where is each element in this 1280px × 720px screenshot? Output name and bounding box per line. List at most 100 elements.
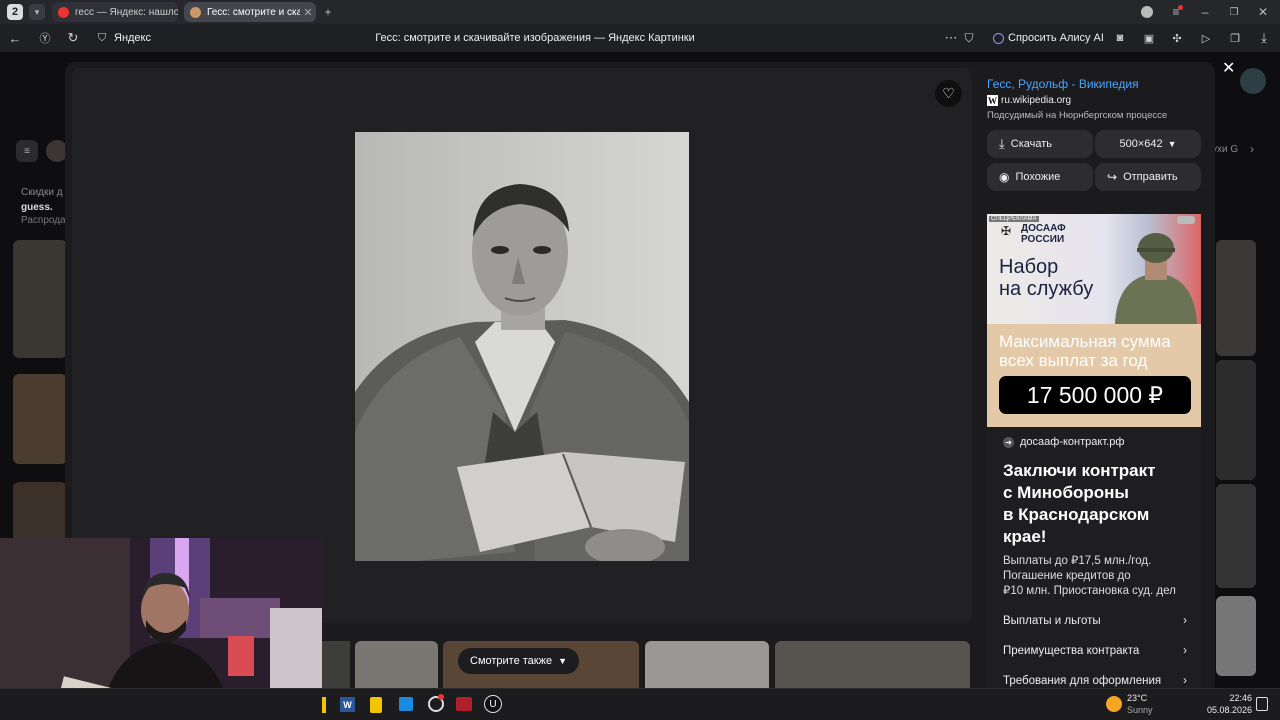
emblem-icon: ✠ [1001,224,1012,238]
weather-desc[interactable]: Sunny [1127,705,1153,715]
ask-alice-label: Спросить Алису AI [1008,32,1104,44]
see-also-label: Смотрите также [470,655,553,667]
address-bar: ← Ⓨ ↻ ⛉ Яндекс Гесс: смотрите и скачивай… [0,24,1280,52]
bg-avatar[interactable] [1240,68,1266,94]
bg-thumb[interactable] [1216,360,1256,480]
sun-icon[interactable] [1106,696,1122,712]
menu-icon[interactable]: ≡ [1168,4,1184,20]
tab-strip: 2 ▾ гесс — Яндекс: нашлось 6 Гесс: смотр… [0,0,1280,24]
ad-link-benefits[interactable]: Выплаты и льготы › [1003,615,1187,627]
related-thumb[interactable] [645,641,769,688]
back-icon[interactable]: ← [6,29,24,47]
related-thumb[interactable] [775,641,970,688]
media-icon[interactable]: ▷ [1197,29,1215,47]
clock-time[interactable]: 22:46 [1200,693,1252,703]
lens-icon: ◉ [999,170,1010,184]
similar-button[interactable]: ◉ Похожие [987,163,1093,191]
ad-domain[interactable]: ➜ досааф-контракт.рф [1003,436,1124,448]
extension-icon[interactable]: ◙ [1111,29,1129,47]
ad-title-line: с Минобороны [1003,483,1129,502]
close-tab-icon[interactable]: ✕ [300,6,316,19]
bg-thumb[interactable] [1216,484,1256,588]
source-domain-label: ru.wikipedia.org [1001,95,1072,106]
ad-link-requirements[interactable]: Требования для оформления › [1003,675,1187,687]
download-label: Скачать [1010,138,1052,150]
ad-headline: Набор на службу [999,256,1093,300]
new-tab-icon[interactable]: + [320,4,336,20]
ad-banner[interactable]: СПЕЦРЕКЛАМА ✠ ДОСААФ РОССИИ Набор на слу… [987,214,1201,427]
app-icon[interactable] [370,697,382,713]
source-title-link[interactable]: Гесс, Рудольф - Википедия [987,77,1139,91]
bg-thumb[interactable] [1216,240,1256,356]
chevron-right-icon[interactable]: › [1250,142,1254,156]
reload-icon[interactable]: ↻ [64,29,82,47]
bg-ad-brand: guess. [21,202,53,213]
app-icon[interactable] [456,697,472,711]
tab-images[interactable]: Гесс: смотрите и скачи ✕ [184,2,316,22]
minimize-icon[interactable]: – [1197,4,1213,20]
bookmark-icon[interactable]: ⛉ [960,29,978,47]
chevron-right-icon: › [1183,675,1187,687]
ad-domain-label: досааф-контракт.рф [1020,436,1125,448]
size-label: 500×642 [1119,138,1163,150]
puzzle-icon[interactable]: ✣ [1168,29,1186,47]
bg-ad-text: Распрода [21,215,66,226]
ad-org-line2: РОССИИ [1021,234,1065,245]
collections-icon[interactable]: ❐ [1226,29,1244,47]
page-title[interactable]: Гесс: смотрите и скачивайте изображения … [300,32,770,44]
chevron-down-icon: ▼ [558,656,568,666]
ad-link-label: Выплаты и льготы [1003,615,1101,627]
share-button[interactable]: ↪ Отправить [1095,163,1201,191]
heart-icon[interactable]: ♡ [935,80,962,107]
wikipedia-icon: W [987,95,998,106]
related-thumb[interactable] [322,641,350,688]
download-icon[interactable]: ⤓ [1255,29,1273,47]
site-label[interactable]: Яндекс [114,32,151,44]
tab-search[interactable]: гесс — Яндекс: нашлось 6 [52,2,178,22]
main-photo[interactable] [355,132,689,561]
ad-org-line1: ДОСААФ [1021,223,1066,234]
ad-description: Выплаты до ₽17,5 млн./год. Погашение кре… [1003,554,1176,599]
source-domain[interactable]: W ru.wikipedia.org [987,95,1071,106]
bg-thumb[interactable] [13,374,67,464]
weather-temp[interactable]: 23°C [1127,693,1147,703]
filter-icon[interactable]: ≡ [16,140,38,162]
size-select[interactable]: 500×642 ▼ [1095,130,1201,158]
maximize-icon[interactable]: ❐ [1226,4,1242,20]
tab-title: гесс — Яндекс: нашлось 6 [75,6,178,18]
close-window-icon[interactable]: ✕ [1255,4,1271,20]
tab-count-badge[interactable]: 2 [7,4,23,20]
yandex-icon[interactable]: Ⓨ [36,29,54,47]
app-icon[interactable] [322,697,326,713]
ad-title[interactable]: Заключи контракт с Минобороны в Краснода… [1003,460,1155,548]
store-icon[interactable] [399,697,413,711]
close-icon[interactable]: ✕ [1222,58,1235,78]
bg-thumb[interactable] [13,240,67,358]
shield-icon[interactable]: ⛉ [93,29,111,47]
bg-thumb[interactable] [1216,596,1256,676]
notification-dot [438,694,444,700]
see-also-button[interactable]: Смотрите также ▼ [458,648,580,674]
ad-title-line: крае! [1003,527,1047,546]
ad-link-advantages[interactable]: Преимущества контракта › [1003,645,1187,657]
ad-title-line: Заключи контракт [1003,461,1156,480]
chevron-down-icon[interactable]: ▾ [29,4,45,20]
ad-sum-line1: Максимальная сумма [999,332,1171,351]
word-icon[interactable]: W [340,697,355,712]
related-thumb[interactable] [355,641,438,688]
notification-icon[interactable] [1256,697,1268,711]
more-icon[interactable]: ⋯ [942,29,960,47]
unreal-engine-icon[interactable]: U [484,695,502,713]
ad-headline-line1: Набор [999,256,1059,278]
clock-date[interactable]: 05.08.2026 [1200,705,1252,715]
alice-icon [993,32,1004,44]
portrait-image [355,132,689,561]
ask-alice-button[interactable]: Спросить Алису AI [985,29,1112,47]
bg-thumb[interactable] [13,482,67,542]
ad-org: ДОСААФ РОССИИ [1021,223,1066,245]
download-button[interactable]: ⤓ Скачать [987,130,1093,158]
ad-link-label: Требования для оформления [1003,675,1162,687]
extension-icon[interactable]: ▣ [1140,29,1158,47]
ad-price: 17 500 000 ₽ [999,376,1191,414]
profile-icon[interactable] [1139,4,1155,20]
